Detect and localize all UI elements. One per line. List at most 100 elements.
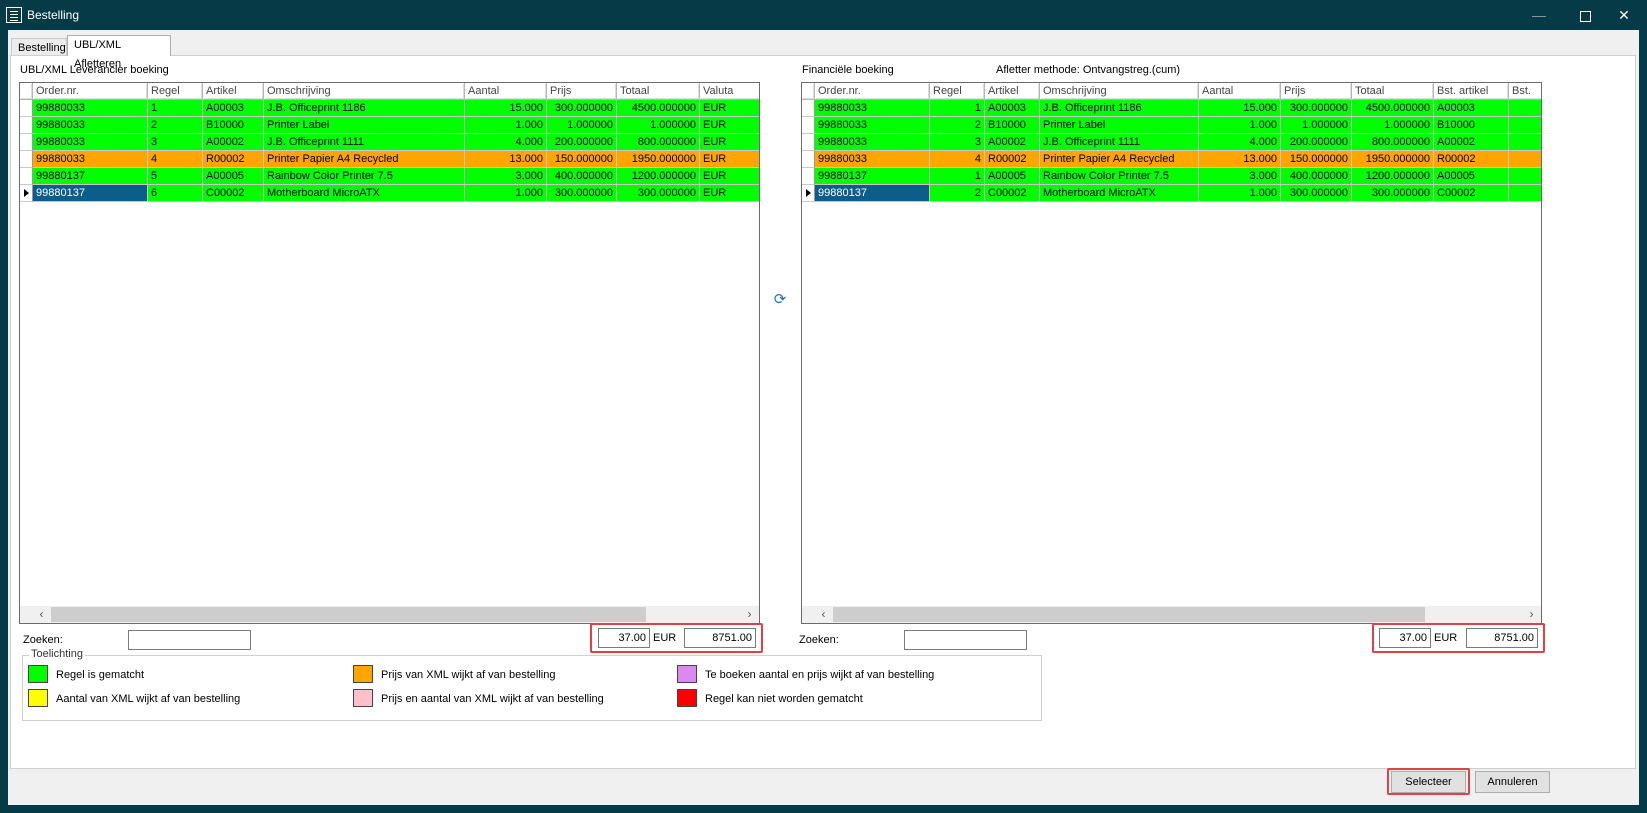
right-horizontal-scrollbar[interactable]: ‹ › (802, 606, 1541, 623)
table-cell[interactable]: 99880033 (815, 100, 930, 117)
minimize-button[interactable]: — (1516, 0, 1562, 30)
table-cell[interactable]: EUR (700, 185, 759, 202)
table-cell[interactable]: EUR (700, 134, 759, 151)
table-cell[interactable] (1509, 168, 1541, 185)
scroll-left-icon[interactable]: ‹ (815, 606, 832, 623)
table-cell[interactable]: 300.000000 (1352, 185, 1434, 202)
table-cell[interactable]: 300.000000 (547, 185, 617, 202)
table-cell[interactable]: 3.000 (465, 168, 547, 185)
row-indicator[interactable] (802, 151, 815, 168)
table-cell[interactable]: 1 (930, 168, 985, 185)
table-cell[interactable]: C00002 (203, 185, 264, 202)
table-cell[interactable]: 1200.000000 (1352, 168, 1434, 185)
table-cell[interactable]: 99880137 (33, 185, 148, 202)
table-cell[interactable]: 3.000 (1199, 168, 1281, 185)
table-cell[interactable]: 4500.000000 (1352, 100, 1434, 117)
table-cell[interactable]: A00005 (203, 168, 264, 185)
col-omschrijving[interactable]: Omschrijving (264, 83, 465, 100)
table-cell[interactable] (1509, 117, 1541, 134)
col-valuta[interactable]: Valuta (700, 83, 759, 100)
cancel-button[interactable]: Annuleren (1475, 771, 1550, 793)
table-cell[interactable]: Motherboard MicroATX (1040, 185, 1199, 202)
table-cell[interactable]: A00002 (985, 134, 1040, 151)
table-cell[interactable]: 1.000000 (617, 117, 700, 134)
table-cell[interactable]: 99880137 (815, 185, 930, 202)
table-cell[interactable]: EUR (700, 117, 759, 134)
left-search-input[interactable] (128, 630, 251, 650)
table-cell[interactable]: 1950.000000 (1352, 151, 1434, 168)
table-cell[interactable]: 4500.000000 (617, 100, 700, 117)
table-cell[interactable]: 3 (930, 134, 985, 151)
table-cell[interactable]: 6 (148, 185, 203, 202)
col-order-nr[interactable]: Order.nr. (815, 83, 930, 100)
sync-icon[interactable]: ⟳ (771, 291, 789, 309)
table-cell[interactable]: 4.000 (1199, 134, 1281, 151)
scroll-right-icon[interactable]: › (1523, 606, 1540, 623)
table-cell[interactable]: 2 (148, 117, 203, 134)
table-cell[interactable]: 800.000000 (617, 134, 700, 151)
col-totaal[interactable]: Totaal (617, 83, 700, 100)
left-horizontal-scrollbar[interactable]: ‹ › (20, 606, 759, 623)
table-cell[interactable]: 1.000 (465, 117, 547, 134)
table-cell[interactable]: 99880033 (33, 100, 148, 117)
table-cell[interactable]: 99880137 (815, 168, 930, 185)
table-cell[interactable]: A00002 (203, 134, 264, 151)
table-cell[interactable]: A00005 (1434, 168, 1509, 185)
table-cell[interactable]: C00002 (985, 185, 1040, 202)
table-cell[interactable]: 15.000 (465, 100, 547, 117)
table-cell[interactable]: 4 (148, 151, 203, 168)
table-cell[interactable]: 2 (930, 117, 985, 134)
col-prijs[interactable]: Prijs (1281, 83, 1352, 100)
table-cell[interactable]: 300.000000 (1281, 185, 1352, 202)
table-cell[interactable]: 200.000000 (1281, 134, 1352, 151)
table-cell[interactable]: 15.000 (1199, 100, 1281, 117)
table-cell[interactable] (1509, 151, 1541, 168)
scroll-left-icon[interactable]: ‹ (33, 606, 50, 623)
table-cell[interactable]: Motherboard MicroATX (264, 185, 465, 202)
col-aantal[interactable]: Aantal (465, 83, 547, 100)
table-cell[interactable]: 1200.000000 (617, 168, 700, 185)
table-cell[interactable]: 300.000000 (1281, 100, 1352, 117)
right-grid[interactable]: Order.nr. Regel Artikel Omschrijving Aan… (801, 82, 1542, 624)
col-bst[interactable]: Bst. (1509, 83, 1541, 100)
table-cell[interactable]: EUR (700, 100, 759, 117)
row-indicator[interactable] (802, 117, 815, 134)
row-indicator[interactable] (802, 168, 815, 185)
row-indicator[interactable] (20, 100, 33, 117)
right-search-input[interactable] (904, 630, 1027, 650)
col-totaal[interactable]: Totaal (1352, 83, 1434, 100)
table-cell[interactable]: J.B. Officeprint 1111 (1040, 134, 1199, 151)
table-cell[interactable]: 200.000000 (547, 134, 617, 151)
table-cell[interactable]: 2 (930, 185, 985, 202)
table-cell[interactable]: 1 (930, 100, 985, 117)
close-button[interactable]: ✕ (1601, 0, 1647, 30)
table-cell[interactable]: Printer Papier A4 Recycled (1040, 151, 1199, 168)
table-cell[interactable]: Rainbow Color Printer 7.5 (264, 168, 465, 185)
tab-bestelling[interactable]: Bestelling (11, 38, 67, 56)
col-artikel[interactable]: Artikel (985, 83, 1040, 100)
col-omschrijving[interactable]: Omschrijving (1040, 83, 1199, 100)
col-artikel[interactable]: Artikel (203, 83, 264, 100)
table-cell[interactable]: 300.000000 (547, 100, 617, 117)
table-cell[interactable]: 13.000 (465, 151, 547, 168)
table-cell[interactable]: 99880137 (33, 168, 148, 185)
table-cell[interactable]: 1 (148, 100, 203, 117)
table-cell[interactable]: 99880033 (815, 134, 930, 151)
table-cell[interactable]: J.B. Officeprint 1186 (264, 100, 465, 117)
table-cell[interactable]: J.B. Officeprint 1186 (1040, 100, 1199, 117)
table-cell[interactable]: 5 (148, 168, 203, 185)
table-cell[interactable]: A00005 (985, 168, 1040, 185)
table-cell[interactable]: B10000 (203, 117, 264, 134)
right-scroll-thumb[interactable] (833, 607, 1425, 622)
table-cell[interactable]: 99880033 (33, 117, 148, 134)
table-cell[interactable]: 300.000000 (617, 185, 700, 202)
table-cell[interactable]: J.B. Officeprint 1111 (264, 134, 465, 151)
table-cell[interactable]: Printer Label (264, 117, 465, 134)
table-cell[interactable]: Printer Label (1040, 117, 1199, 134)
table-cell[interactable]: Rainbow Color Printer 7.5 (1040, 168, 1199, 185)
row-indicator[interactable] (802, 185, 815, 202)
table-cell[interactable]: 1.000000 (1352, 117, 1434, 134)
left-scroll-thumb[interactable] (51, 607, 646, 622)
table-cell[interactable]: 1.000000 (547, 117, 617, 134)
table-cell[interactable]: R00002 (1434, 151, 1509, 168)
